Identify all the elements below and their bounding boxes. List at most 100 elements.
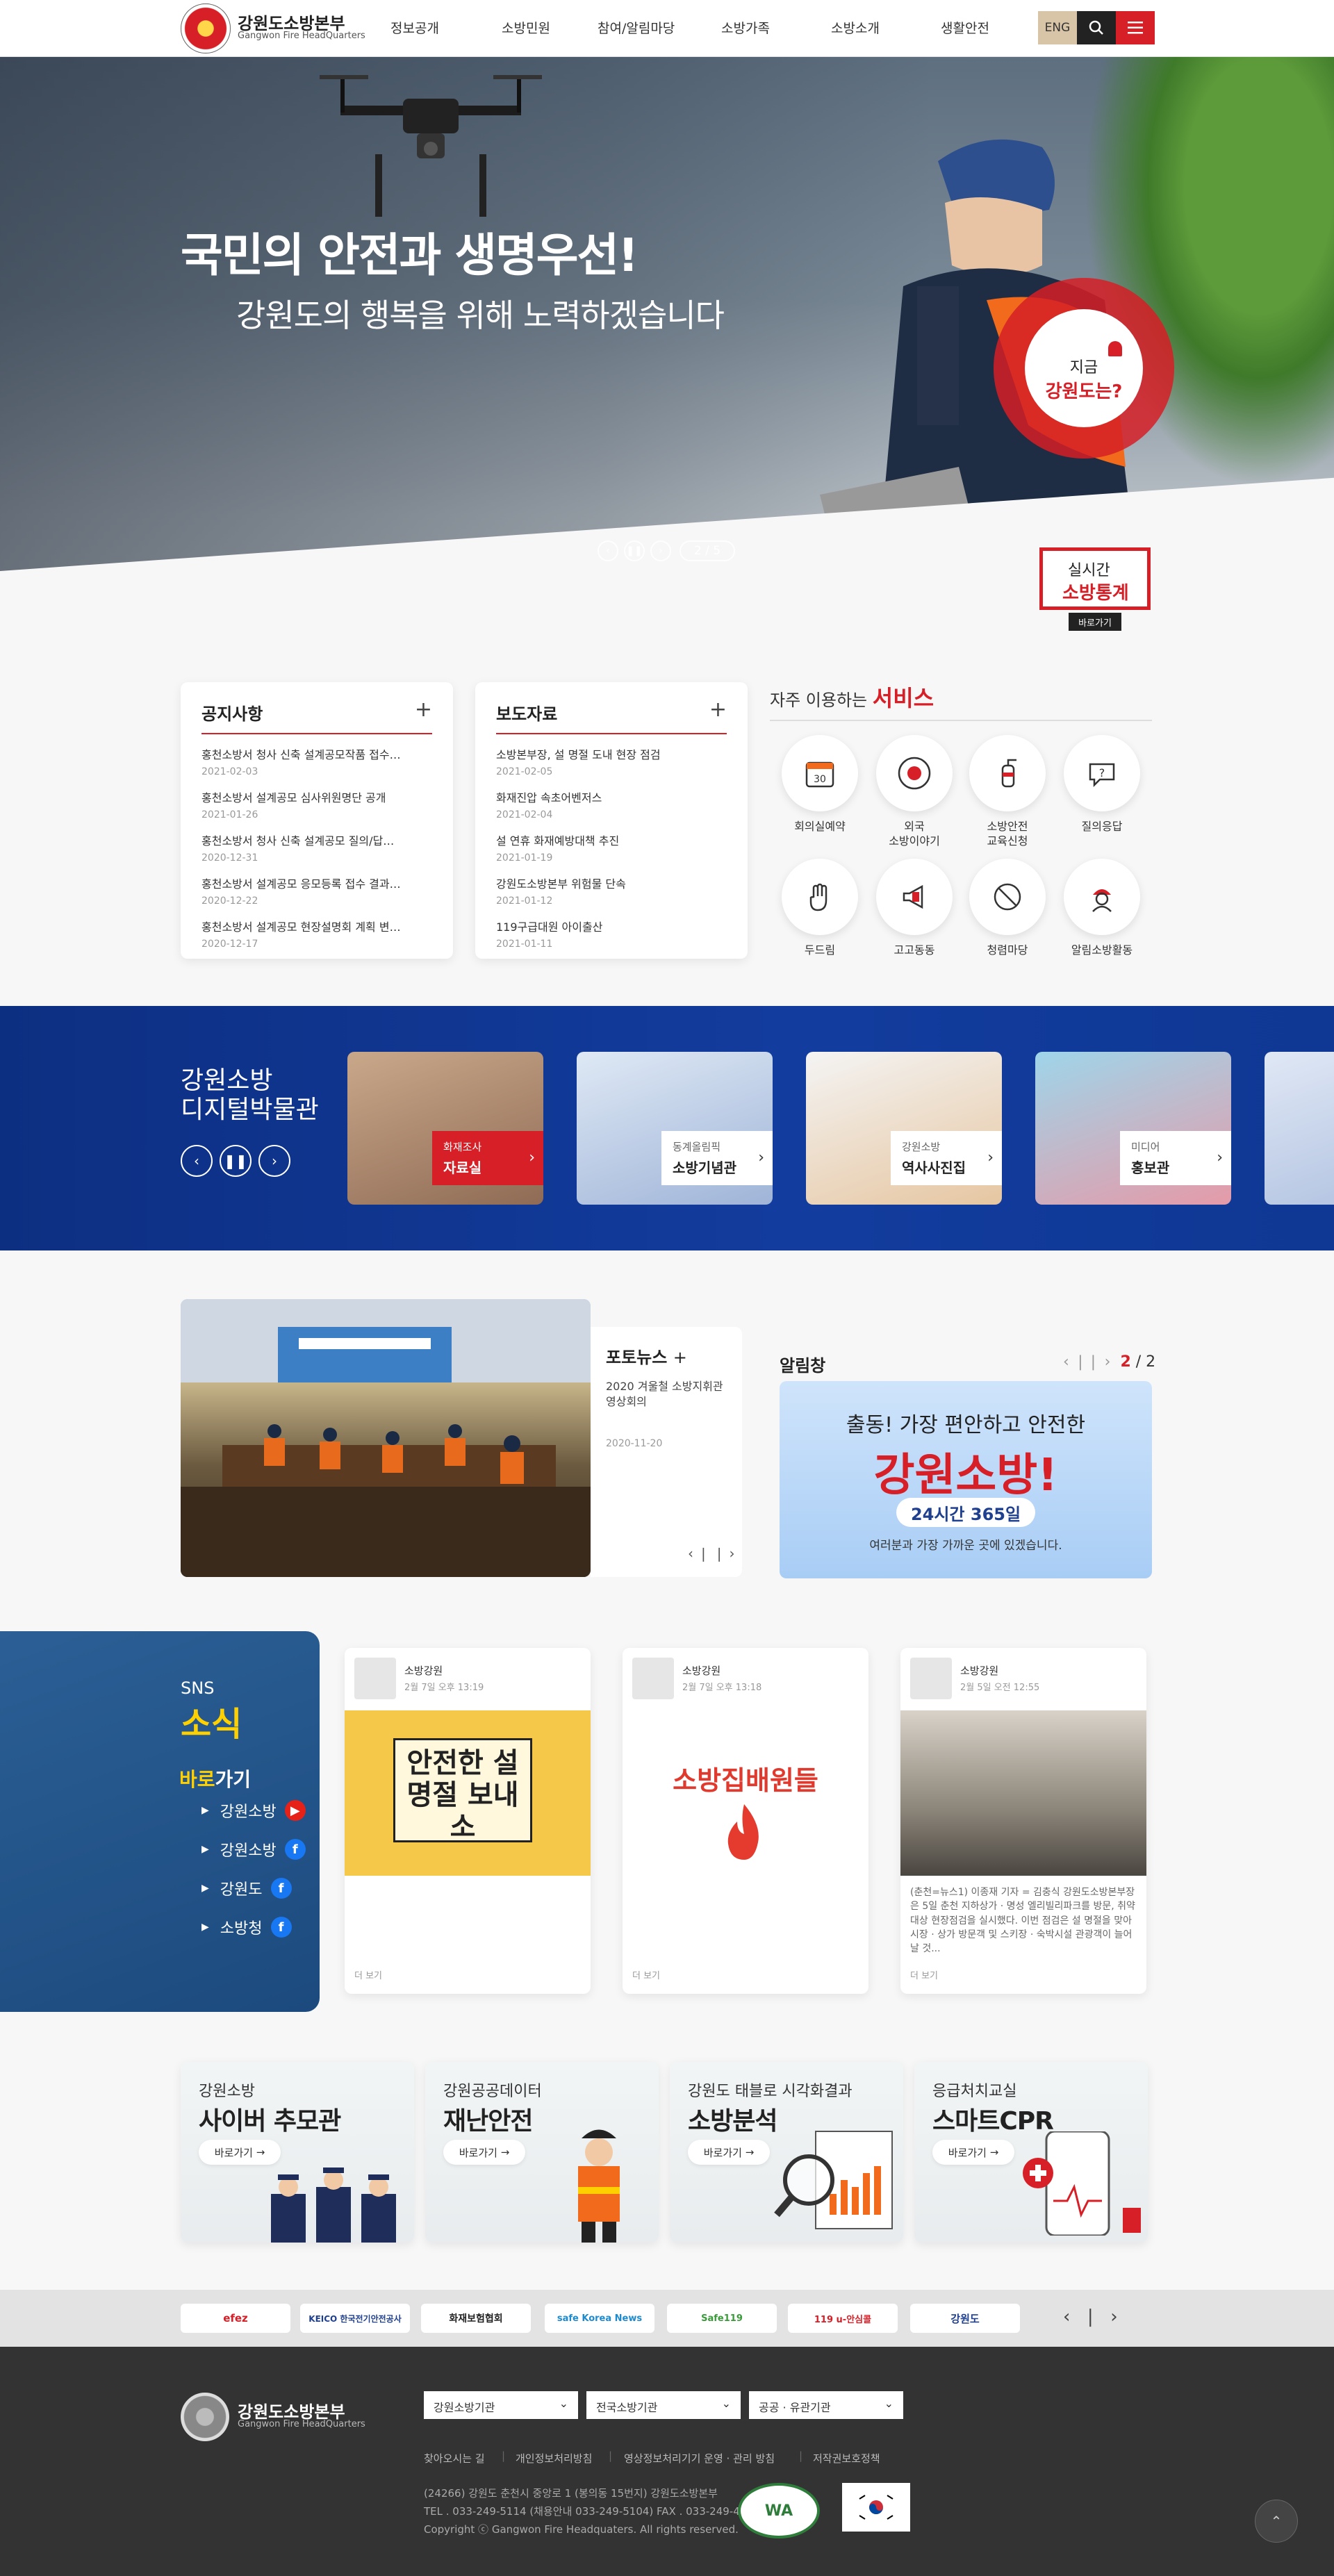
museum-next-button[interactable]: › — [258, 1145, 290, 1177]
alarm-pager[interactable]: ‹ ❘❘ › 2 / 2 — [1063, 1353, 1155, 1371]
sns-post-more[interactable]: 더 보기 — [910, 1968, 938, 1981]
plus-icon[interactable]: + — [709, 697, 727, 722]
feature-fire-analysis[interactable]: 강원도 태블로 시각화결과 소방분석 바로가기 → — [670, 2062, 903, 2243]
list-item[interactable]: 홍천소방서 설계공모 응모등록 접수 결과… 2020-12-22 — [201, 875, 432, 907]
sns-link-facebook-gangwon[interactable]: ▶ 강원도 f — [201, 1877, 292, 1899]
chevron-right-icon[interactable]: › — [730, 1545, 739, 1562]
museum-prev-button[interactable]: ‹ — [181, 1145, 213, 1177]
footer-link-privacy[interactable]: 개인정보처리방침 — [516, 2451, 592, 2466]
press-item-title[interactable]: 설 연휴 화재예방대책 추진 — [496, 832, 727, 848]
nav-info-disclosure[interactable]: 정보공개 — [390, 18, 439, 37]
service-safety-education[interactable]: 소방안전 교육신청 — [966, 735, 1049, 849]
partner-logo-safe119[interactable]: Safe119 — [667, 2304, 777, 2333]
service-qna[interactable]: ? 질의응답 — [1060, 735, 1144, 834]
notice-item-title[interactable]: 홍천소방서 설계공모 심사위원명단 공개 — [201, 789, 432, 805]
menu-button[interactable] — [1116, 11, 1155, 44]
feature-cyber-memorial[interactable]: 강원소방 사이버 추모관 바로가기 → — [181, 2062, 414, 2243]
nav-life-safety[interactable]: 생활안전 — [941, 18, 989, 37]
stats-go-button[interactable]: 바로가기 — [1069, 613, 1121, 631]
nav-participation[interactable]: 참여/알림마당 — [598, 18, 675, 37]
feature-go-button[interactable]: 바로가기 → — [932, 2140, 1014, 2165]
footer-select-national-agencies[interactable]: 전국소방기관 ⌄ — [586, 2391, 741, 2419]
sns-post-more[interactable]: 더 보기 — [354, 1968, 382, 1981]
list-item[interactable]: 홍천소방서 설계공모 현장설명회 계획 변… 2020-12-17 — [201, 918, 432, 950]
footer-link-copyright[interactable]: 저작권보호정책 — [813, 2451, 880, 2466]
sns-post-card[interactable]: 소방강원 2월 7일 오후 13:19 안전한 설 명절 보내소 더 보기 — [345, 1648, 591, 1994]
notice-item-title[interactable]: 홍천소방서 청사 신축 설계공모작품 접수… — [201, 745, 432, 762]
feature-go-button[interactable]: 바로가기 → — [443, 2140, 525, 2165]
museum-card-next-peek[interactable] — [1265, 1052, 1334, 1205]
partner-logo-efez[interactable]: efez — [181, 2304, 290, 2333]
photo-news-title[interactable]: 포토뉴스 + — [606, 1344, 727, 1368]
service-dodream[interactable]: 두드림 — [778, 859, 862, 958]
english-button[interactable]: ENG — [1038, 11, 1077, 44]
partner-controls[interactable]: ‹❘› — [1063, 2306, 1130, 2327]
service-foreign-story[interactable]: 외국 소방이야기 — [873, 735, 956, 849]
service-integrity[interactable]: 청렴마당 — [966, 859, 1049, 958]
nav-fire-family[interactable]: 소방가족 — [721, 18, 770, 37]
footer-link-cctv-policy[interactable]: 영상정보처리기기 운영 · 관리 방침 — [624, 2451, 775, 2466]
nav-fire-intro[interactable]: 소방소개 — [831, 18, 880, 37]
photo-news-image[interactable] — [181, 1299, 591, 1577]
list-item[interactable]: 홍천소방서 설계공모 심사위원명단 공개 2021-01-26 — [201, 789, 432, 820]
museum-pause-button[interactable]: ❚❚ — [220, 1145, 252, 1177]
sns-link-facebook-nfa[interactable]: ▶ 소방청 f — [201, 1916, 292, 1938]
pause-icon[interactable]: ❘ — [1082, 2306, 1110, 2327]
partner-logo-safekorea[interactable]: safe Korea News — [545, 2304, 654, 2333]
service-gogodongdong[interactable]: 고고동동 — [873, 859, 956, 958]
list-item[interactable]: 소방본부장, 설 명절 도내 현장 점검 2021-02-05 — [496, 745, 727, 777]
hero-pause-button[interactable]: ❚❚ — [624, 540, 645, 561]
photo-news-desc[interactable]: 2020 겨울철 소방지휘관 영상회의 — [606, 1379, 727, 1410]
press-item-title[interactable]: 소방본부장, 설 명절 도내 현장 점검 — [496, 745, 727, 762]
service-fire-activity[interactable]: 알림소방활동 — [1060, 859, 1144, 958]
service-meeting-room[interactable]: 30 회의실예약 — [778, 735, 862, 834]
museum-card-media[interactable]: 미디어 홍보관 › — [1035, 1052, 1231, 1205]
chevron-right-icon[interactable]: › — [1110, 2306, 1130, 2327]
pause-icon[interactable]: ❘❘ — [698, 1545, 730, 1562]
realtime-stats-board[interactable]: 실시간 소방통계 — [1039, 547, 1151, 610]
list-item[interactable]: 홍천소방서 청사 신축 설계공모 질의/답… 2020-12-31 — [201, 832, 432, 864]
press-item-title[interactable]: 화재진압 속초어벤저스 — [496, 789, 727, 805]
scroll-top-button[interactable]: ⌃ — [1255, 2500, 1298, 2543]
nav-civil-service[interactable]: 소방민원 — [502, 18, 550, 37]
press-item-title[interactable]: 강원도소방본부 위험물 단속 — [496, 875, 727, 891]
notice-item-title[interactable]: 홍천소방서 설계공모 현장설명회 계획 변… — [201, 918, 432, 934]
chevron-left-icon[interactable]: ‹ — [688, 1545, 698, 1562]
list-item[interactable]: 설 연휴 화재예방대책 추진 2021-01-19 — [496, 832, 727, 864]
plus-icon[interactable]: + — [415, 697, 432, 722]
list-item[interactable]: 홍천소방서 청사 신축 설계공모작품 접수… 2021-02-03 — [201, 745, 432, 777]
feature-smart-cpr[interactable]: 응급처치교실 스마트CPR 바로가기 → — [914, 2062, 1148, 2243]
search-button[interactable] — [1077, 11, 1116, 44]
sns-link-facebook-fire[interactable]: ▶ 강원소방 f — [201, 1838, 306, 1860]
feature-go-button[interactable]: 바로가기 → — [688, 2140, 770, 2165]
sns-post-more[interactable]: 더 보기 — [632, 1968, 660, 1981]
feature-disaster-safety[interactable]: 강원공공데이터 재난안전 바로가기 → — [425, 2062, 659, 2243]
press-item-title[interactable]: 119구급대원 아이출산 — [496, 918, 727, 934]
list-item[interactable]: 119구급대원 아이출산 2021-01-11 — [496, 918, 727, 950]
alarm-banner[interactable]: 출동! 가장 편안하고 안전한 강원소방! 24시간 365일 여러분과 가장 … — [780, 1381, 1152, 1578]
footer-select-public-agencies[interactable]: 공공 · 유관기관 ⌄ — [749, 2391, 903, 2419]
partner-logo-u-ansim[interactable]: 119 u-안심콜 — [788, 2304, 898, 2333]
fire-emblem-logo[interactable] — [181, 3, 231, 53]
hero-prev-button[interactable]: ‹ — [598, 540, 618, 561]
now-gangwon-badge[interactable]: 지금 강원도는? — [994, 278, 1174, 459]
list-item[interactable]: 화재진압 속초어벤저스 2021-02-04 — [496, 789, 727, 820]
museum-card-olympic[interactable]: 동계올림픽 소방기념관 › — [577, 1052, 773, 1205]
partner-logo-kfpa[interactable]: 화재보험협회 — [421, 2304, 531, 2333]
partner-logo-gangwon[interactable]: 강원도 — [910, 2304, 1020, 2333]
sns-post-card[interactable]: 소방강원 2월 7일 오후 13:18 소방집배원들 더 보기 — [623, 1648, 868, 1994]
footer-select-gangwon-agencies[interactable]: 강원소방기관 ⌄ — [424, 2391, 578, 2419]
museum-card-history[interactable]: 강원소방 역사사진집 › — [806, 1052, 1002, 1205]
list-item[interactable]: 강원도소방본부 위험물 단속 2021-01-12 — [496, 875, 727, 907]
alarm-controls-icon[interactable]: ‹ ❘❘ › — [1063, 1353, 1110, 1371]
notice-item-title[interactable]: 홍천소방서 설계공모 응모등록 접수 결과… — [201, 875, 432, 891]
sns-link-youtube[interactable]: ▶ 강원소방 ▶ — [201, 1799, 306, 1822]
footer-link-directions[interactable]: 찾아오시는 길 — [424, 2451, 485, 2466]
museum-card-archive[interactable]: 화재조사 자료실 › — [347, 1052, 543, 1205]
hero-next-button[interactable]: › — [650, 540, 671, 561]
chevron-left-icon[interactable]: ‹ — [1063, 2306, 1082, 2327]
photo-news-controls[interactable]: ‹❘❘› — [688, 1545, 739, 1562]
sns-post-card[interactable]: 소방강원 2월 5일 오전 12:55 (춘천=뉴스1) 이종재 기자 = 김충… — [900, 1648, 1146, 1994]
partner-logo-keico[interactable]: KEICO 한국전기안전공사 — [300, 2304, 410, 2333]
web-accessibility-mark-icon[interactable]: WA — [738, 2483, 820, 2538]
